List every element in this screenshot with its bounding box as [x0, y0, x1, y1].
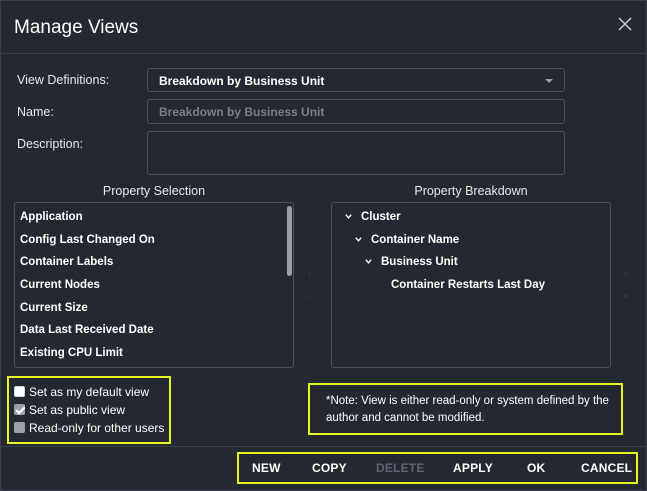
move-up-icon[interactable]: ˄: [623, 269, 628, 279]
property-breakdown-tree[interactable]: Cluster Container Name Business Unit Con…: [331, 202, 611, 368]
chevron-down-icon[interactable]: [364, 257, 373, 266]
default-view-label: Set as my default view: [29, 385, 150, 399]
tree-item-label: Cluster: [361, 211, 401, 223]
tree-item-label: Container Name: [371, 234, 460, 246]
close-icon[interactable]: [615, 14, 635, 34]
public-view-label: Set as public view: [29, 403, 126, 417]
move-left-icon[interactable]: ‹: [308, 291, 311, 301]
list-item[interactable]: Current Nodes: [20, 279, 100, 291]
description-field-wrapper: [147, 131, 565, 175]
view-definitions-select[interactable]: Breakdown by Business Unit: [147, 68, 565, 92]
public-view-checkbox[interactable]: [14, 404, 25, 415]
ok-button[interactable]: OK: [527, 461, 545, 475]
tree-item-cluster[interactable]: Cluster: [344, 211, 401, 223]
move-down-icon[interactable]: ˅: [623, 291, 628, 301]
view-definitions-value: Breakdown by Business Unit: [159, 74, 325, 88]
read-only-note: *Note: View is either read-only or syste…: [326, 395, 609, 424]
read-only-label: Read-only for other users: [29, 421, 165, 435]
view-definitions-label: View Definitions:: [17, 73, 110, 87]
description-label: Description:: [17, 137, 83, 151]
public-view-option[interactable]: Set as public view: [14, 403, 125, 417]
tree-item-label: Business Unit: [381, 256, 458, 268]
description-input[interactable]: [148, 132, 564, 174]
tree-item-container-name[interactable]: Container Name: [354, 234, 459, 246]
property-selection-list[interactable]: Application Config Last Changed On Conta…: [14, 202, 294, 368]
move-right-icon[interactable]: ›: [308, 269, 311, 279]
property-selection-title: Property Selection: [102, 184, 206, 198]
new-button[interactable]: NEW: [252, 461, 281, 475]
delete-button[interactable]: DELETE: [376, 461, 425, 475]
list-item[interactable]: Data Last Received Date: [20, 324, 154, 336]
tree-item-container-restarts[interactable]: Container Restarts Last Day: [391, 279, 545, 291]
name-label: Name:: [17, 105, 54, 119]
read-only-option[interactable]: Read-only for other users: [14, 421, 164, 435]
property-breakdown-title: Property Breakdown: [414, 184, 528, 198]
apply-button[interactable]: APPLY: [453, 461, 493, 475]
list-item[interactable]: Current Size: [20, 302, 88, 314]
cancel-button[interactable]: CANCEL: [581, 461, 632, 475]
chevron-down-icon[interactable]: [354, 235, 363, 244]
default-view-checkbox[interactable]: [14, 386, 25, 397]
footer-highlight: [237, 452, 638, 484]
copy-button[interactable]: COPY: [312, 461, 347, 475]
list-item[interactable]: Existing CPU Limit: [20, 347, 123, 359]
dialog-title: Manage Views: [14, 17, 139, 38]
name-input[interactable]: [148, 100, 564, 123]
tree-item-business-unit[interactable]: Business Unit: [364, 256, 458, 268]
default-view-option[interactable]: Set as my default view: [14, 385, 149, 399]
manage-views-dialog: Manage Views View Definitions: Breakdown…: [0, 0, 647, 491]
dialog-header: Manage Views: [1, 1, 646, 54]
scrollbar-thumb[interactable]: [287, 206, 292, 276]
footer-divider: [1, 446, 646, 447]
read-only-checkbox[interactable]: [14, 422, 25, 433]
chevron-down-icon[interactable]: [344, 212, 353, 221]
list-item[interactable]: Container Labels: [20, 256, 113, 268]
name-field-wrapper: [147, 99, 565, 124]
list-item[interactable]: Config Last Changed On: [20, 234, 155, 246]
list-item[interactable]: Application: [20, 211, 83, 223]
caret-down-icon: [545, 79, 553, 83]
